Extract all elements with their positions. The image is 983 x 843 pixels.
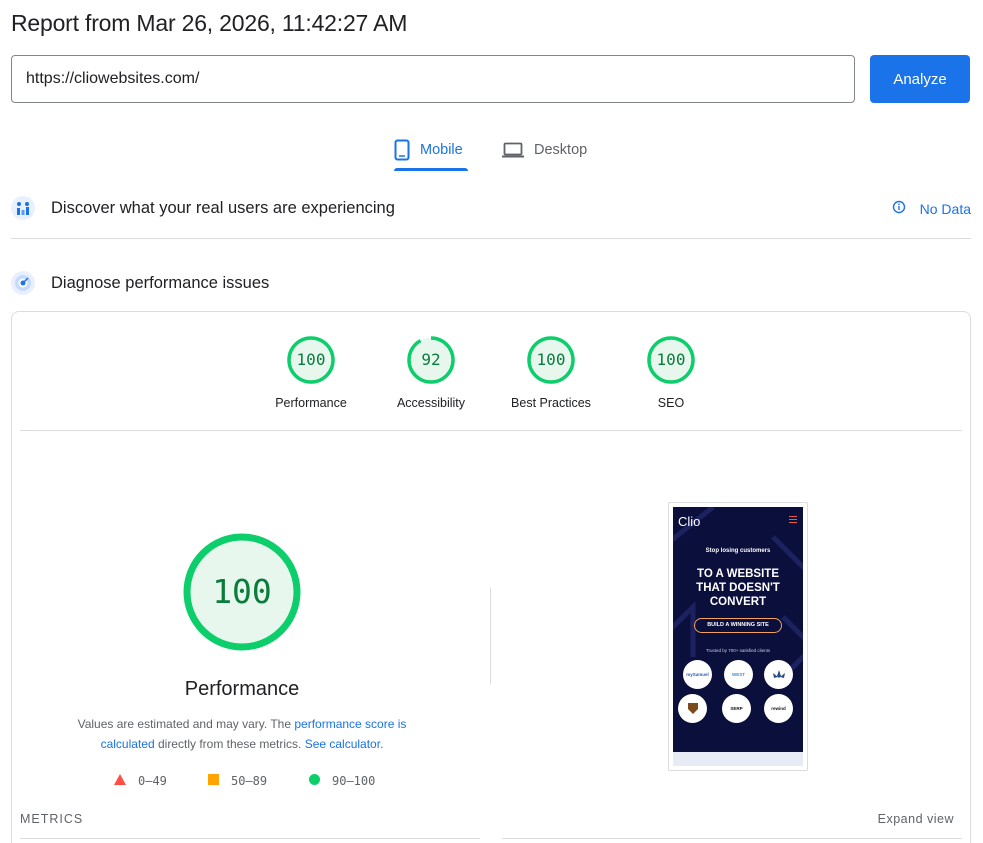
square-icon (208, 774, 219, 788)
no-data-link[interactable]: No Data (892, 200, 971, 217)
headline-line: CONVERT (709, 596, 767, 608)
performance-description: Values are estimated and may vary. The p… (62, 714, 422, 754)
client-logo-crest-icon (678, 694, 707, 723)
metrics-divider (502, 838, 962, 839)
gauges-divider (20, 430, 962, 431)
report-title: Report from Mar 26, 2026, 11:42:27 AM (11, 10, 408, 36)
hamburger-menu-icon (789, 516, 797, 523)
legend-pass-label: 90–100 (332, 774, 376, 788)
legend-average: 50–89 (208, 774, 267, 788)
hero-pretitle: Stop losing customers (705, 548, 771, 554)
screenshot-page: Clio Stop losing customers TO A WEBSITE … (673, 507, 803, 766)
desc-text: Values are estimated and may vary. The (77, 717, 295, 731)
tab-desktop[interactable]: Desktop (502, 130, 587, 170)
score-gauge-best-practices[interactable]: 100 Best Practices (486, 336, 616, 410)
score-value: 92 (421, 350, 441, 369)
client-logo: rewind (764, 694, 793, 723)
score-label: Accessibility (396, 396, 466, 410)
info-icon (892, 200, 906, 217)
analyze-button[interactable]: Analyze (870, 55, 970, 103)
tab-desktop-label: Desktop (534, 142, 588, 158)
legend-pass: 90–100 (309, 774, 375, 788)
triangle-icon (114, 774, 126, 788)
performance-main-score: 100 (212, 572, 272, 611)
performance-main-title: Performance (184, 678, 300, 700)
client-logo: WEST (724, 660, 753, 689)
score-gauge-seo[interactable]: 100 SEO (606, 336, 736, 410)
legend-average-label: 50–89 (231, 774, 268, 788)
laptop-icon (502, 142, 524, 158)
hero-cta: BUILD A WINNING SITE (694, 618, 782, 633)
score-value: 100 (536, 350, 566, 369)
client-logo: mySamuel (683, 660, 712, 689)
url-input[interactable] (11, 55, 855, 103)
expand-view-toggle[interactable]: Expand view (878, 812, 954, 826)
section-divider (11, 238, 971, 239)
crux-title: Discover what your real users are experi… (51, 198, 395, 217)
score-value: 100 (296, 350, 326, 369)
smartphone-icon (394, 139, 410, 161)
metrics-heading: METRICS (20, 812, 84, 826)
score-value: 100 (656, 350, 686, 369)
legend-fail: 0–49 (114, 774, 167, 788)
circle-icon (309, 774, 320, 788)
headline-line: TO A WEBSITE (697, 568, 779, 580)
users-chart-icon (11, 196, 35, 220)
no-data-label: No Data (919, 200, 971, 217)
tab-mobile-label: Mobile (420, 142, 463, 158)
vertical-divider (490, 588, 491, 684)
device-tabs: Mobile Desktop (0, 130, 983, 172)
headline-line: THAT DOESN'T (696, 582, 780, 594)
score-gauge-accessibility[interactable]: 92 Accessibility (366, 336, 496, 410)
tab-mobile[interactable]: Mobile (394, 130, 468, 171)
score-gauge-performance[interactable]: 100 Performance (246, 336, 376, 410)
final-screenshot[interactable]: Clio Stop losing customers TO A WEBSITE … (668, 502, 808, 771)
client-logo-lotus-icon (764, 660, 793, 689)
performance-main-gauge: 100 (182, 532, 302, 652)
see-calculator-link[interactable]: See calculator. (305, 737, 384, 751)
score-label: SEO (657, 396, 685, 410)
client-logo: SERP (722, 694, 751, 723)
trusted-text: Trusted by 700+ satisfied clients (705, 648, 771, 653)
clio-logo: Clio (678, 514, 701, 529)
crux-section-header: Discover what your real users are experi… (11, 188, 971, 228)
diagnose-title: Diagnose performance issues (51, 273, 270, 292)
background-pattern (673, 507, 803, 679)
desc-text: directly from these metrics. (154, 737, 305, 751)
score-label: Best Practices (511, 396, 591, 410)
hero-headline: TO A WEBSITE THAT DOESN'T CONVERT (673, 567, 803, 609)
screenshot-footer (673, 752, 803, 766)
metrics-divider (20, 838, 480, 839)
lighthouse-report-card: 100 Performance 92 Accessibility 100 Bes… (11, 311, 971, 843)
diagnose-section-header: Diagnose performance issues (11, 263, 971, 303)
legend-fail-label: 0–49 (138, 774, 167, 788)
lighthouse-icon (11, 271, 35, 295)
score-label: Performance (275, 396, 347, 410)
